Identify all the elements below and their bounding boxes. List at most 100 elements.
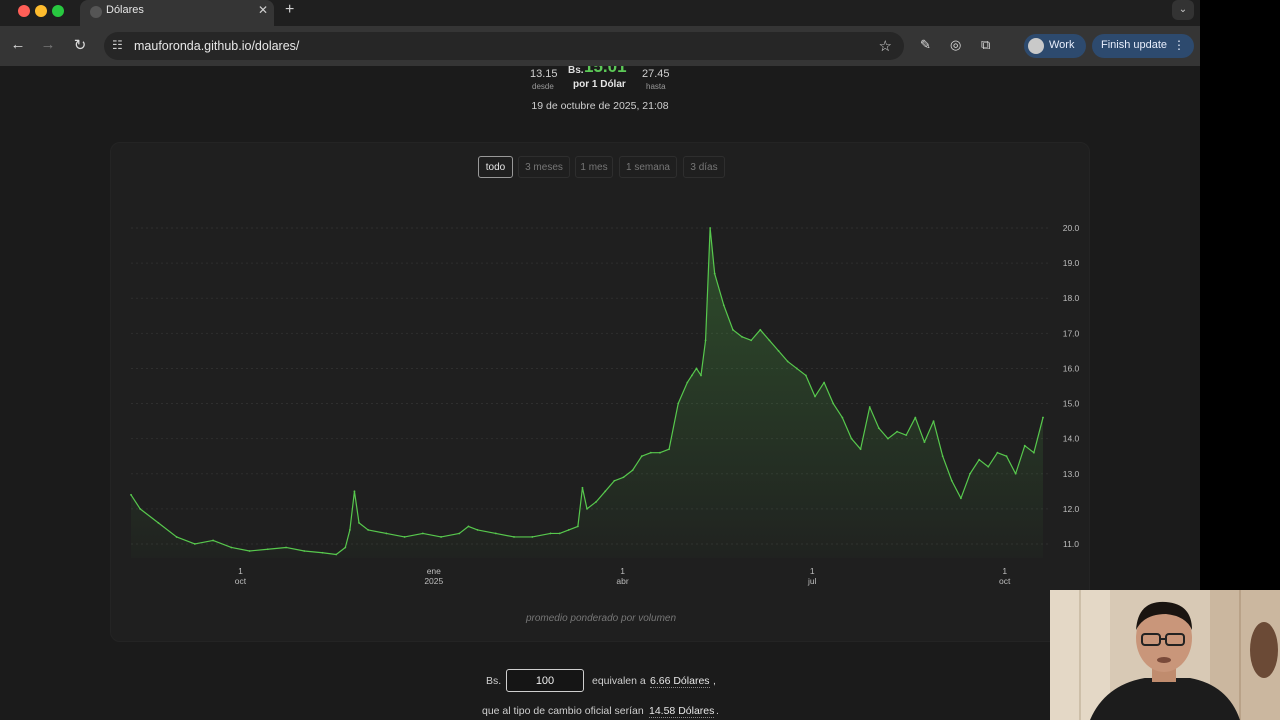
x-tick-label: oct <box>999 576 1011 586</box>
data-point <box>868 406 871 408</box>
profile-button[interactable]: Work <box>1024 34 1086 58</box>
data-point <box>969 472 971 475</box>
converter-period: . <box>716 705 719 717</box>
data-point <box>348 529 351 531</box>
presenter-video <box>1050 590 1280 720</box>
page-content: 13.15 desde Bs. 15.01 por 1 Dólar 27.45 … <box>0 66 1200 720</box>
data-point <box>335 553 338 556</box>
data-point <box>709 227 712 229</box>
data-point <box>1023 444 1026 447</box>
data-point <box>266 548 269 551</box>
data-point <box>1032 451 1035 454</box>
data-point <box>344 546 347 549</box>
data-point <box>367 529 370 531</box>
avatar <box>1028 38 1044 54</box>
data-point <box>567 529 570 531</box>
data-point <box>193 543 196 545</box>
data-point <box>777 349 780 352</box>
puzzle-icon[interactable]: ⧉ <box>981 37 990 53</box>
data-point <box>285 546 287 549</box>
data-point <box>586 507 588 510</box>
data-point <box>996 451 999 454</box>
data-point <box>403 536 406 538</box>
y-tick-label: 20.0 <box>1063 223 1080 233</box>
data-point <box>690 374 693 377</box>
tab-search-button[interactable]: ⌄ <box>1172 0 1194 20</box>
converter-official-text: que al tipo de cambio oficial serían <box>482 705 644 717</box>
data-point <box>558 532 561 535</box>
y-tick-label: 16.0 <box>1063 363 1080 373</box>
data-point <box>659 451 661 454</box>
reload-icon[interactable]: ↻ <box>70 36 90 54</box>
data-point <box>175 536 178 538</box>
y-tick-label: 15.0 <box>1063 399 1080 409</box>
data-point <box>759 328 762 331</box>
data-point <box>804 374 807 377</box>
data-point <box>531 536 534 538</box>
finish-update-button[interactable]: Finish update ⋮ <box>1092 34 1194 58</box>
data-point <box>887 437 889 440</box>
data-point <box>905 434 908 437</box>
address-bar[interactable]: ☷ mauforonda.github.io/dolares/ ☆ <box>104 32 904 60</box>
data-point <box>595 500 598 503</box>
rate-header: 13.15 desde Bs. 15.01 por 1 Dólar 27.45 … <box>0 66 1200 116</box>
data-point <box>139 507 142 510</box>
more-menu-icon[interactable]: ⋮ <box>1173 38 1185 52</box>
site-info-icon[interactable]: ☷ <box>112 38 123 52</box>
amount-input[interactable] <box>506 669 584 692</box>
data-point <box>978 458 981 461</box>
tab-dolares[interactable]: Dólares ✕ <box>80 0 274 26</box>
x-tick-label: 1 <box>620 566 625 576</box>
tab-close-icon[interactable]: ✕ <box>258 3 268 17</box>
maximize-window-button[interactable] <box>52 5 64 17</box>
data-point <box>832 402 835 405</box>
data-point <box>613 479 616 482</box>
data-point <box>622 476 625 479</box>
x-tick-label: abr <box>616 576 628 586</box>
data-point <box>950 479 953 482</box>
y-tick-label: 17.0 <box>1063 328 1080 338</box>
data-point <box>1042 416 1044 419</box>
data-point <box>212 539 214 542</box>
browser-toolbar: ← → ↻ ☷ mauforonda.github.io/dolares/ ☆ … <box>0 26 1200 66</box>
data-point <box>750 339 753 342</box>
data-point <box>649 451 652 454</box>
data-point <box>576 525 579 528</box>
converter-result: 6.66 Dólares <box>650 675 710 688</box>
y-tick-label: 13.0 <box>1063 469 1080 479</box>
rate-timestamp: 19 de octubre de 2025, 21:08 <box>531 100 669 112</box>
data-point <box>321 551 324 554</box>
y-tick-label: 14.0 <box>1063 434 1080 444</box>
data-point <box>494 532 497 535</box>
data-point <box>700 374 702 377</box>
url-text[interactable]: mauforonda.github.io/dolares/ <box>134 39 299 53</box>
x-tick-label: oct <box>235 576 247 586</box>
y-tick-label: 19.0 <box>1063 258 1080 268</box>
data-point <box>859 448 862 451</box>
minimize-window-button[interactable] <box>35 5 47 17</box>
currency-converter: Bs. equivalen a 6.66 Dólares , que al ti… <box>0 666 1200 720</box>
back-icon[interactable]: ← <box>8 36 28 53</box>
rate-current-value: 15.01 <box>584 66 627 76</box>
converter-currency-prefix: Bs. <box>486 675 502 687</box>
data-point <box>704 339 707 342</box>
price-chart[interactable]: 20.0 19.0 18.0 17.0 16.0 15.0 14.0 13.0 12.0 11.0… <box>111 143 1091 613</box>
close-window-button[interactable] <box>18 5 30 17</box>
x-tick-label: 1 <box>1002 566 1007 576</box>
data-point <box>786 360 789 363</box>
new-tab-button[interactable]: + <box>285 1 294 19</box>
webcam-overlay <box>1050 590 1280 720</box>
data-point <box>823 381 826 384</box>
data-point <box>668 448 670 451</box>
data-point <box>513 536 515 538</box>
converter-middle-text: equivalen a <box>592 675 646 687</box>
data-point <box>732 328 734 331</box>
data-point <box>768 339 771 342</box>
forward-icon[interactable]: → <box>38 36 58 53</box>
x-tick-label: 1 <box>810 566 815 576</box>
extension-icon[interactable]: ✎ <box>920 37 931 53</box>
star-icon[interactable]: ☆ <box>879 37 892 55</box>
data-point <box>722 304 725 307</box>
data-point <box>467 525 470 528</box>
compass-extension-icon[interactable]: ◎ <box>950 37 961 53</box>
